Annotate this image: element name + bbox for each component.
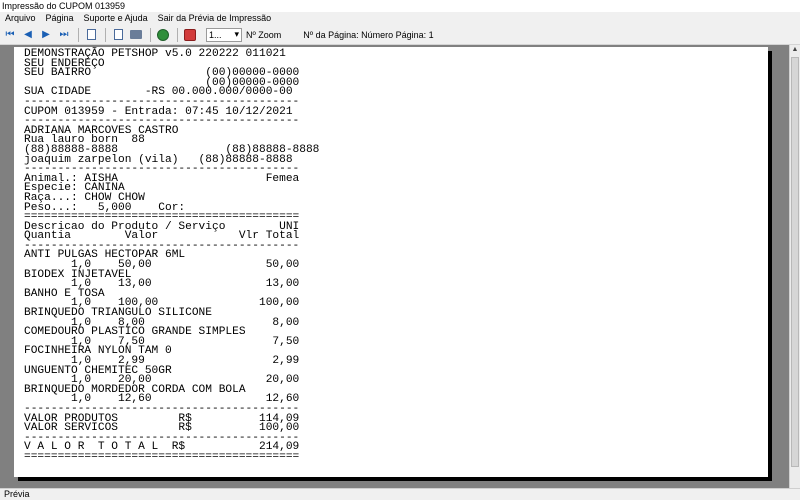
window-title: Impressão do CUPOM 013959: [2, 1, 126, 11]
menu-sair-previa[interactable]: Sair da Prévia de Impressão: [155, 12, 275, 25]
menu-bar: Arquivo Página Suporte e Ajuda Sair da P…: [0, 12, 800, 25]
vertical-scrollbar[interactable]: ▲: [789, 45, 800, 488]
zoom-value: 1...: [209, 29, 222, 40]
toolbar-separator: [78, 27, 79, 42]
toolbar-separator: [177, 27, 178, 42]
window-titlebar: Impressão do CUPOM 013959: [0, 0, 800, 12]
menu-arquivo[interactable]: Arquivo: [2, 12, 39, 25]
zoom-select[interactable]: 1... ▾: [206, 27, 242, 42]
receipt-page: DEMONSTRAÇÃO PETSHOP v5.0 220222 011021 S…: [14, 47, 768, 477]
last-page-icon[interactable]: ⏭: [56, 27, 72, 43]
prev-page-icon[interactable]: ◀: [20, 27, 36, 43]
menu-suporte-ajuda[interactable]: Suporte e Ajuda: [81, 12, 151, 25]
scroll-up-icon[interactable]: ▲: [790, 45, 800, 55]
stop-icon[interactable]: [182, 27, 198, 43]
status-text: Prévia: [4, 489, 30, 499]
toolbar: ⏮ ◀ ▶ ⏭ 1... ▾ Nº Zoom Nº da Página: Núm…: [0, 25, 800, 45]
print-setup-icon[interactable]: [110, 27, 126, 43]
page-number-label: Nº da Página: Número Página: 1: [303, 29, 434, 40]
toolbar-separator: [105, 27, 106, 42]
next-page-icon[interactable]: ▶: [38, 27, 54, 43]
menu-pagina[interactable]: Página: [43, 12, 77, 25]
printer-icon[interactable]: [128, 27, 144, 43]
receipt-text: DEMONSTRAÇÃO PETSHOP v5.0 220222 011021 S…: [24, 49, 319, 463]
status-bar: Prévia: [0, 488, 800, 500]
receipt-line: ========================================…: [24, 450, 300, 463]
preview-area[interactable]: DEMONSTRAÇÃO PETSHOP v5.0 220222 011021 S…: [0, 45, 800, 488]
toolbar-separator: [150, 27, 151, 42]
globe-icon[interactable]: [155, 27, 171, 43]
document-icon[interactable]: [83, 27, 99, 43]
scroll-thumb[interactable]: [791, 57, 799, 467]
chevron-down-icon: ▾: [234, 29, 239, 39]
first-page-icon[interactable]: ⏮: [2, 27, 18, 43]
zoom-label: Nº Zoom: [246, 29, 282, 40]
